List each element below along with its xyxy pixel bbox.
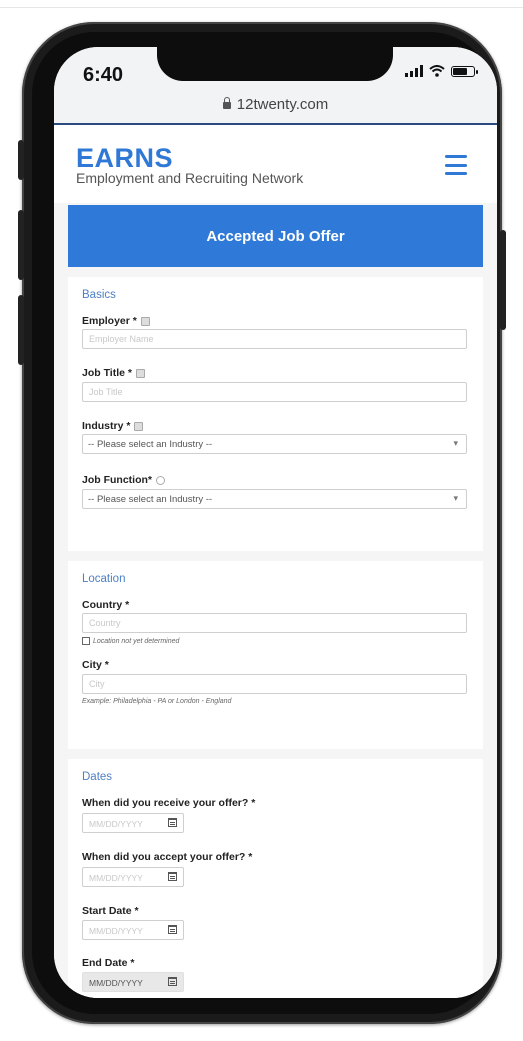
industry-select[interactable]: -- Please select an Industry -- ▾ — [82, 434, 467, 454]
job-function-select-value: -- Please select an Industry -- — [88, 494, 213, 505]
help-icon[interactable] — [134, 421, 144, 431]
calendar-icon[interactable] — [168, 925, 177, 934]
received-date-label: When did you receive your offer? * — [82, 797, 255, 809]
status-icons — [405, 65, 478, 77]
country-label: Country * — [82, 599, 129, 611]
city-example-hint: Example: Philadelphia - PA or London - E… — [82, 698, 232, 705]
job-function-label: Job Function* — [82, 474, 165, 486]
location-section: Location Country * Country Location not … — [68, 561, 483, 749]
address-bar[interactable]: 12twenty.com — [54, 91, 497, 117]
power-button — [500, 230, 506, 330]
received-date-placeholder: MM/DD/YYYY — [89, 819, 143, 829]
cellular-signal-icon — [405, 65, 423, 77]
section-title-dates: Dates — [82, 771, 113, 783]
country-input[interactable]: Country — [82, 613, 467, 633]
battery-icon — [451, 65, 478, 77]
dates-section: Dates When did you receive your offer? *… — [68, 759, 483, 998]
help-icon[interactable] — [156, 475, 165, 485]
notch — [157, 47, 393, 81]
start-date-placeholder: MM/DD/YYYY — [89, 926, 143, 936]
lock-icon — [222, 96, 231, 109]
calendar-icon[interactable] — [168, 872, 177, 881]
help-icon[interactable] — [135, 368, 145, 378]
web-page: EARNS Employment and Recruiting Network … — [54, 123, 497, 998]
checkbox-icon[interactable] — [82, 637, 90, 645]
hamburger-menu-icon[interactable] — [445, 155, 467, 175]
accepted-date-input[interactable]: MM/DD/YYYY — [82, 867, 184, 887]
start-date-label-text: Start Date * — [82, 905, 139, 917]
start-date-label: Start Date * — [82, 905, 139, 917]
calendar-icon[interactable] — [168, 977, 177, 986]
employer-input[interactable]: Employer Name — [82, 329, 467, 349]
accepted-date-placeholder: MM/DD/YYYY — [89, 873, 143, 883]
chevron-down-icon: ▾ — [453, 438, 458, 448]
job-title-label: Job Title * — [82, 367, 145, 379]
employer-label: Employer * — [82, 315, 150, 327]
industry-label: Industry * — [82, 420, 144, 432]
accepted-date-label: When did you accept your offer? * — [82, 851, 252, 863]
help-icon[interactable] — [140, 316, 150, 326]
end-date-input[interactable]: MM/DD/YYYY — [82, 972, 184, 992]
end-date-label: End Date * — [82, 957, 135, 969]
page-title-banner: Accepted Job Offer — [68, 205, 483, 267]
status-bar: 6:40 12twenty.com — [54, 47, 497, 117]
accepted-date-label-text: When did you accept your offer? * — [82, 851, 253, 863]
top-divider — [0, 7, 523, 8]
start-date-input[interactable]: MM/DD/YYYY — [82, 920, 184, 940]
status-time: 6:40 — [83, 64, 124, 86]
location-undetermined-label: Location not yet determined — [93, 637, 180, 645]
city-label: City * — [82, 659, 109, 671]
basics-section: Basics Employer * Employer Name Job Titl… — [68, 277, 483, 551]
site-tagline: Employment and Recruiting Network — [76, 170, 304, 186]
volume-up-button — [18, 210, 24, 280]
chevron-down-icon: ▾ — [453, 493, 458, 503]
job-title-label-text: Job Title * — [82, 367, 132, 379]
section-title-basics: Basics — [82, 289, 116, 301]
city-input[interactable]: City — [82, 674, 467, 694]
url-text: 12twenty.com — [236, 95, 329, 113]
phone-screen: 6:40 12twenty.com EARNS Employment and R… — [54, 47, 497, 998]
job-function-label-text: Job Function* — [82, 474, 152, 486]
calendar-icon[interactable] — [168, 818, 177, 827]
section-title-location: Location — [82, 573, 126, 585]
end-date-value: MM/DD/YYYY — [89, 978, 143, 988]
volume-down-button — [18, 295, 24, 365]
city-label-text: City * — [82, 659, 109, 671]
site-header: EARNS Employment and Recruiting Network — [54, 125, 497, 203]
received-date-label-text: When did you receive your offer? * — [82, 797, 256, 809]
job-title-input[interactable]: Job Title — [82, 382, 467, 402]
location-undetermined-checkbox[interactable]: Location not yet determined — [82, 637, 179, 645]
received-date-input[interactable]: MM/DD/YYYY — [82, 813, 184, 833]
industry-select-value: -- Please select an Industry -- — [88, 439, 213, 450]
industry-label-text: Industry * — [82, 420, 131, 432]
mute-switch — [18, 140, 24, 180]
wifi-icon — [429, 65, 445, 77]
page-title: Accepted Job Offer — [206, 227, 345, 245]
country-label-text: Country * — [82, 599, 130, 611]
job-function-select[interactable]: -- Please select an Industry -- ▾ — [82, 489, 467, 509]
employer-label-text: Employer * — [82, 315, 137, 327]
end-date-label-text: End Date * — [82, 957, 135, 969]
